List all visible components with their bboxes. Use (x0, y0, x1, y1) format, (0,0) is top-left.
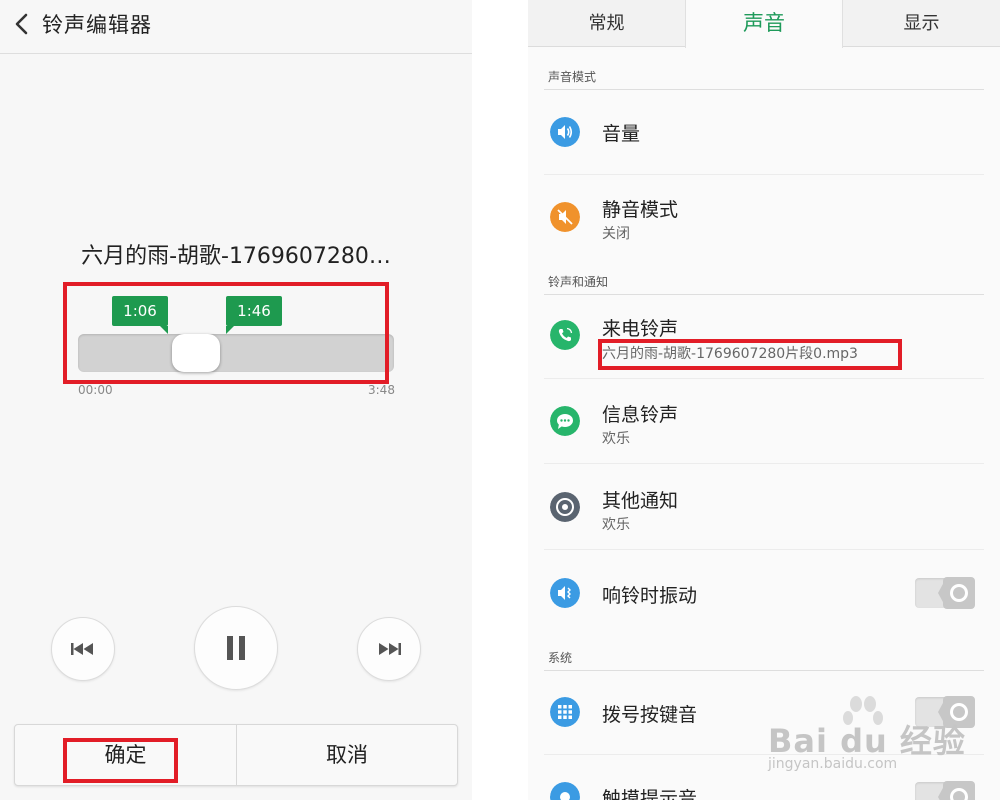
pause-icon (227, 636, 245, 660)
message-icon (550, 406, 580, 436)
confirm-highlight-box (63, 738, 178, 783)
next-button[interactable] (357, 617, 421, 681)
row-subtitle: 欢乐 (602, 431, 630, 447)
section-ringtone-notify: 铃声和通知 (548, 275, 609, 289)
previous-track-icon (71, 643, 93, 655)
vibrate-toggle[interactable] (915, 577, 975, 609)
divider (544, 549, 984, 550)
track-end-time: 3:48 (368, 383, 395, 397)
section-sound-mode: 声音模式 (548, 70, 597, 84)
vibrate-icon (550, 578, 580, 608)
ringtone-editor-pane: 铃声编辑器 六月的雨-胡歌-1769607280… 1:06 1:46 00:0… (0, 0, 472, 800)
row-title: 其他通知 (602, 490, 679, 512)
row-title: 响铃时振动 (602, 585, 698, 607)
row-title: 来电铃声 (602, 318, 679, 340)
divider (544, 89, 984, 90)
pause-button[interactable] (194, 606, 278, 690)
phone-ring-icon (550, 320, 580, 350)
touch-tone-toggle[interactable] (915, 781, 975, 800)
divider (544, 174, 984, 175)
tab-sound[interactable]: 声音 (685, 0, 843, 48)
sound-settings-pane: 常规 声音 显示 声音模式 音量 静音模式 关闭 铃声和通知 来电铃声 六月的雨… (528, 0, 1000, 800)
divider (544, 294, 984, 295)
notification-disc-icon (550, 492, 580, 522)
editor-top-bar: 铃声编辑器 (0, 0, 472, 54)
cancel-button[interactable]: 取消 (237, 725, 457, 785)
mute-icon (550, 202, 580, 232)
chevron-left-icon[interactable] (10, 10, 34, 38)
tab-display[interactable]: 显示 (843, 0, 1000, 47)
dialpad-icon (550, 697, 580, 727)
row-title: 音量 (602, 123, 641, 145)
row-subtitle: 欢乐 (602, 517, 630, 533)
page-title: 铃声编辑器 (42, 13, 152, 37)
toggle-knob (938, 781, 975, 800)
divider (544, 670, 984, 671)
row-title: 静音模式 (602, 199, 679, 221)
settings-tabs: 常规 声音 显示 (528, 0, 1000, 48)
toggle-knob (938, 577, 975, 609)
watermark-url: jingyan.baidu.com (768, 756, 898, 772)
track-start-time: 00:00 (78, 383, 113, 397)
volume-icon (550, 117, 580, 147)
next-track-icon (379, 643, 401, 655)
previous-button[interactable] (51, 617, 115, 681)
row-subtitle: 关闭 (602, 226, 630, 242)
divider (544, 378, 984, 379)
row-title: 拨号按键音 (602, 704, 698, 726)
song-title: 六月的雨-胡歌-1769607280… (81, 244, 391, 269)
slider-highlight-box (63, 282, 389, 384)
tab-general[interactable]: 常规 (528, 0, 685, 47)
section-system: 系统 (548, 651, 573, 665)
ringtone-highlight-box (598, 339, 902, 370)
divider (544, 463, 984, 464)
row-title: 触摸提示音 (602, 788, 698, 800)
touch-icon (550, 782, 580, 800)
row-title: 信息铃声 (602, 404, 679, 426)
